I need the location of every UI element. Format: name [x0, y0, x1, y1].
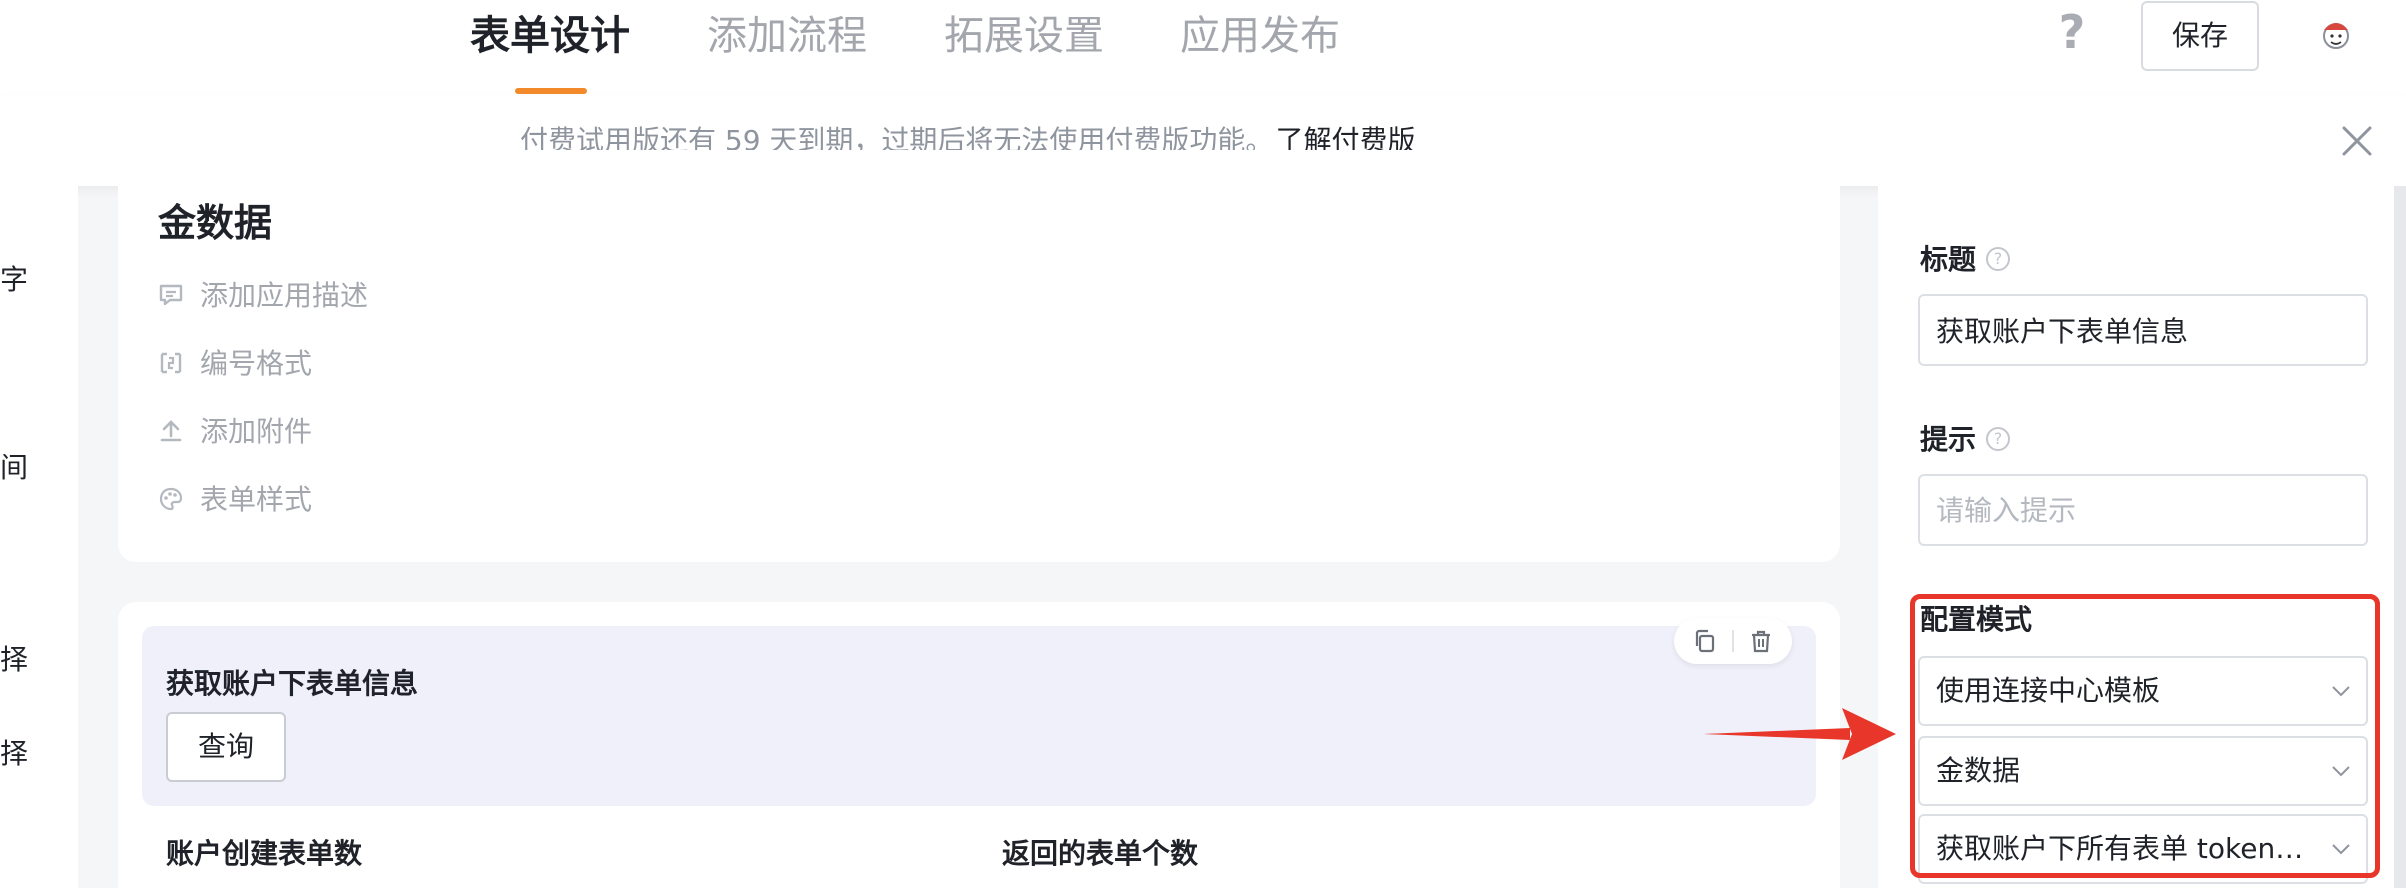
- help-icon[interactable]: ?: [2054, 8, 2090, 56]
- add-description-item[interactable]: 添加应用描述: [158, 276, 368, 316]
- sidebar-item-label[interactable]: 字: [0, 258, 28, 298]
- trash-icon[interactable]: [1748, 628, 1774, 654]
- widget-title: 获取账户下表单信息: [166, 667, 419, 700]
- palette-icon: [159, 487, 183, 511]
- number-format-label: 编号格式: [200, 347, 313, 380]
- title-input[interactable]: [1918, 294, 2368, 366]
- field-label-returned-forms[interactable]: 返回的表单个数: [1002, 832, 1198, 872]
- form-style-item[interactable]: 表单样式: [158, 480, 312, 520]
- hint-label-text: 提示: [1920, 423, 1977, 456]
- sidebar-item-label[interactable]: 择: [0, 732, 28, 772]
- upload-icon: [160, 420, 182, 442]
- widget-toolbar: [1674, 618, 1792, 664]
- form-style-label: 表单样式: [200, 483, 313, 516]
- active-tab-indicator: [515, 88, 587, 94]
- question-icon[interactable]: ?: [1986, 247, 2011, 271]
- highlight-box: [1910, 594, 2380, 878]
- toolbar-divider: [1732, 630, 1734, 652]
- title-prop-label: 标题?: [1920, 238, 2011, 278]
- app-title[interactable]: 金数据: [158, 192, 272, 247]
- tab-add-process[interactable]: 添加流程: [707, 6, 867, 66]
- number-format-item[interactable]: 编号格式: [158, 344, 312, 384]
- tab-app-publish[interactable]: 应用发布: [1180, 6, 1340, 66]
- query-widget[interactable]: 获取账户下表单信息 查询: [142, 618, 1816, 806]
- form-canvas-card: 获取账户下表单信息 查询 账户创建表单数 返回的表单个数: [118, 602, 1840, 888]
- sidebar-item-label[interactable]: 择: [0, 638, 28, 678]
- title-label-text: 标题: [1920, 243, 1977, 276]
- comment-icon: [159, 284, 183, 306]
- tab-extension-settings[interactable]: 拓展设置: [944, 6, 1104, 66]
- copy-icon[interactable]: [1692, 628, 1718, 654]
- tab-form-design[interactable]: 表单设计: [470, 6, 630, 66]
- avatar[interactable]: [2316, 14, 2356, 54]
- save-button[interactable]: 保存: [2141, 1, 2259, 71]
- add-description-label: 添加应用描述: [200, 279, 369, 312]
- hint-input[interactable]: [1918, 474, 2368, 546]
- arrow-annotation: [1704, 708, 1896, 760]
- app-info-card: 金数据 添加应用描述 编号格式 添加附件 表单样式: [118, 150, 1840, 562]
- field-label-created-forms[interactable]: 账户创建表单数: [166, 832, 362, 872]
- add-attachment-label: 添加附件: [200, 415, 313, 448]
- add-attachment-item[interactable]: 添加附件: [158, 412, 312, 452]
- question-icon[interactable]: ?: [1986, 427, 2011, 451]
- sidebar-item-label[interactable]: 间: [0, 446, 28, 486]
- panel-scrollbar[interactable]: [2394, 186, 2406, 888]
- number-format-icon: [160, 352, 182, 374]
- component-sidebar: 字 间 择 择: [0, 186, 78, 888]
- close-icon[interactable]: [2338, 122, 2376, 160]
- hint-prop-label: 提示?: [1920, 418, 2011, 458]
- query-button[interactable]: 查询: [166, 712, 286, 782]
- top-header: 表单设计 添加流程 拓展设置 应用发布 ? 保存: [0, 0, 2406, 96]
